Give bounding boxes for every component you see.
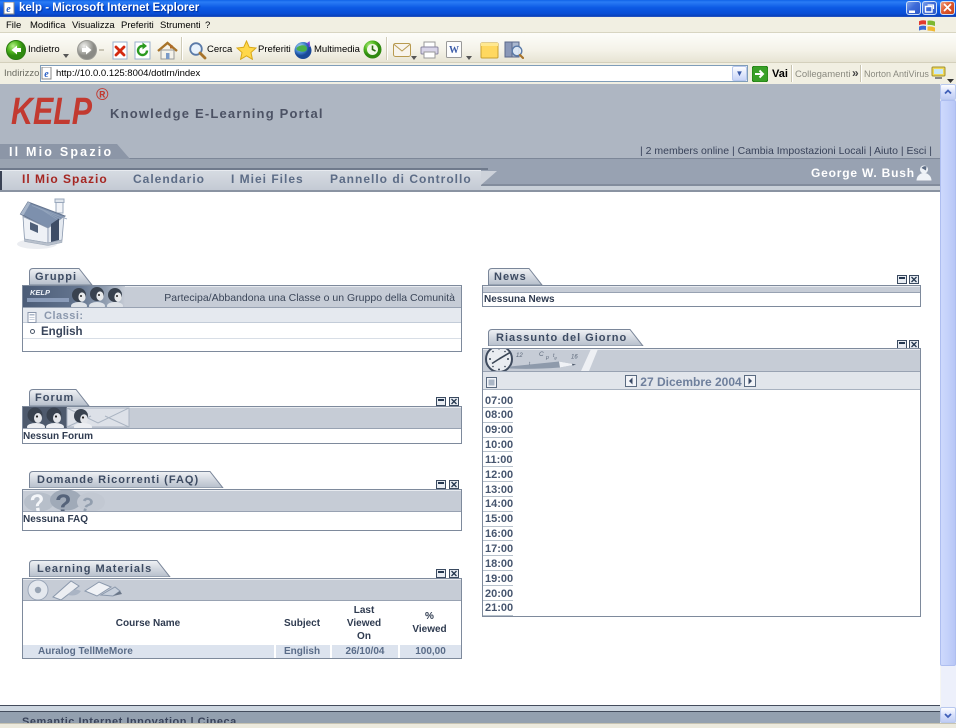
svg-text:p: p (545, 355, 549, 361)
svg-text:e: e (44, 69, 49, 80)
svg-text:C: C (539, 351, 544, 358)
svg-text:12: 12 (516, 353, 523, 359)
svg-text:tg: tg (553, 353, 557, 360)
svg-text:e: e (6, 4, 11, 15)
svg-text:?: ? (55, 490, 72, 511)
svg-text:W: W (449, 45, 459, 56)
svg-text:16: 16 (571, 355, 578, 361)
svg-text:KELP: KELP (30, 288, 51, 297)
